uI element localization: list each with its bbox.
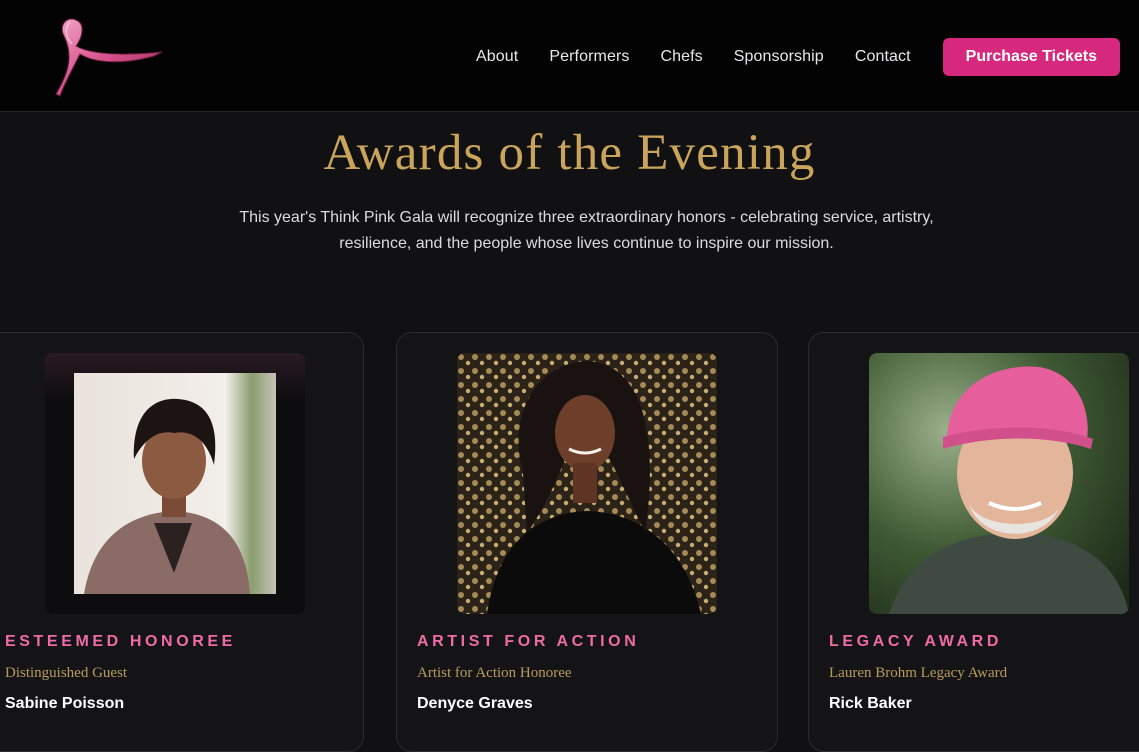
honoree-name: Rick Baker xyxy=(829,695,912,712)
honoree-photo xyxy=(457,353,717,614)
nav-sponsorship[interactable]: Sponsorship xyxy=(734,48,824,66)
award-subtitle: Lauren Brohm Legacy Award xyxy=(829,665,1008,681)
purchase-tickets-button[interactable]: Purchase Tickets xyxy=(942,38,1120,76)
award-card-artist-for-action[interactable]: ARTIST FOR ACTION Artist for Action Hono… xyxy=(396,332,778,752)
main-nav: About Performers Chefs Sponsorship Conta… xyxy=(476,38,1120,76)
honoree-photo xyxy=(74,373,276,594)
award-subtitle: Artist for Action Honoree xyxy=(417,665,572,681)
award-role: ARTIST FOR ACTION xyxy=(417,633,640,650)
site-header: About Performers Chefs Sponsorship Conta… xyxy=(0,0,1139,112)
award-card-esteemed-honoree[interactable]: ESTEEMED HONOREE Distinguished Guest Sab… xyxy=(0,332,364,752)
award-card-legacy-award[interactable]: LEGACY AWARD Lauren Brohm Legacy Award R… xyxy=(808,332,1139,752)
section-title: Awards of the Evening xyxy=(323,125,816,181)
intro-line-1: This year's Think Pink Gala will recogni… xyxy=(239,209,934,226)
nav-chefs[interactable]: Chefs xyxy=(660,48,702,66)
honoree-photo-frame xyxy=(45,353,305,614)
nav-performers[interactable]: Performers xyxy=(549,48,629,66)
intro-line-2: resilience, and the people whose lives c… xyxy=(339,234,834,252)
award-role: LEGACY AWARD xyxy=(829,633,1002,650)
honoree-photo xyxy=(869,353,1129,614)
honoree-name: Sabine Poisson xyxy=(5,695,125,712)
nav-about[interactable]: About xyxy=(476,48,518,66)
section-intro: This year's Think Pink Gala will recogni… xyxy=(0,205,1139,256)
honoree-photo-frame xyxy=(869,353,1129,614)
honoree-photo-frame xyxy=(457,353,717,614)
award-role: ESTEEMED HONOREE xyxy=(5,633,236,650)
pink-ribbon-logo-icon[interactable] xyxy=(50,14,168,98)
nav-contact[interactable]: Contact xyxy=(855,48,911,66)
honoree-name: Denyce Graves xyxy=(417,695,533,712)
award-subtitle: Distinguished Guest xyxy=(5,665,128,681)
